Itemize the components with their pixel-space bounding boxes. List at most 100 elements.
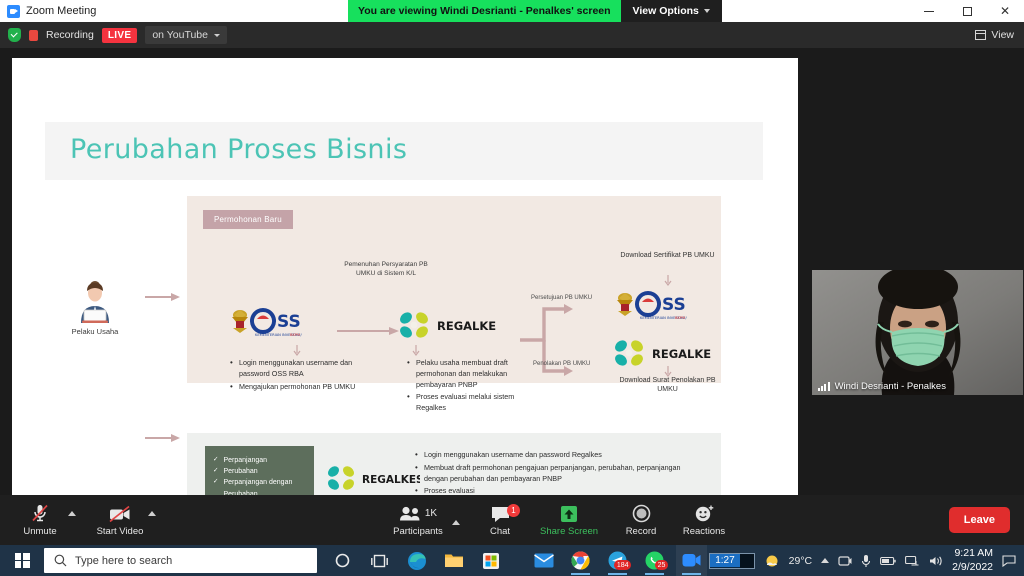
label-download-surat: Download Surat Penolakan PB UMKU: [619, 377, 716, 394]
zoom-taskbar-button[interactable]: [676, 545, 707, 576]
cortana-button[interactable]: [327, 545, 358, 576]
chrome-icon: [571, 551, 590, 570]
telegram-badge: 184: [614, 560, 631, 570]
whatsapp-badge: 25: [655, 560, 668, 570]
view-options-button[interactable]: View Options: [620, 0, 722, 22]
whatsapp-button[interactable]: 25: [639, 545, 670, 576]
window-title: Zoom Meeting: [26, 5, 97, 17]
arrow-down-icon: [664, 275, 672, 286]
participant-name-label: Windi Desrianti - Penalkes: [834, 381, 946, 392]
slide-title: Perubahan Proses Bisnis: [70, 134, 408, 165]
list-item: Proses evaluasi melalui sistem Regalkes: [407, 391, 519, 414]
label-download-sertifikat: Download Sertifikat PB UMKU: [620, 252, 715, 259]
mail-button[interactable]: [528, 545, 559, 576]
mail-icon: [533, 553, 554, 568]
start-video-button[interactable]: Start Video: [94, 503, 146, 537]
green-scope-box: ✓ Perpanjangan ✓ Perubahan ✓ Perpanjanga…: [205, 446, 314, 498]
network-icon[interactable]: [905, 555, 920, 567]
record-circle-icon: [632, 503, 651, 523]
volume-icon[interactable]: [929, 555, 943, 567]
action-center-icon[interactable]: [1002, 554, 1016, 567]
maximize-button[interactable]: [948, 0, 986, 22]
livestream-platform-dropdown[interactable]: on YouTube: [145, 26, 227, 44]
chat-button-label: Chat: [489, 526, 511, 537]
taskbar-clock[interactable]: 9:21 AM 2/9/2022: [952, 547, 993, 573]
taskbar-search-box[interactable]: Type here to search: [44, 548, 317, 573]
record-button-label: Record: [625, 526, 657, 537]
battery-icon[interactable]: [880, 556, 896, 566]
leave-button[interactable]: Leave: [948, 507, 1010, 533]
chat-unread-badge: 1: [507, 504, 520, 517]
list-item: ✓ Perubahan: [213, 466, 306, 477]
weather-sun-icon[interactable]: [764, 553, 780, 569]
edge-button[interactable]: [401, 545, 432, 576]
timer-value: 1:27: [710, 554, 740, 567]
timer-widget[interactable]: 1:27: [709, 552, 755, 569]
chat-button[interactable]: 1 Chat: [474, 503, 526, 537]
system-tray: 1:27 29°C 9:21 AM 2/9/2022: [709, 547, 1024, 573]
participant-webcam-image: [812, 270, 1023, 395]
reactions-button[interactable]: Reactions: [678, 503, 730, 537]
chrome-button[interactable]: [565, 545, 596, 576]
audio-options-chevron-icon[interactable]: [68, 510, 76, 516]
svg-text:SS: SS: [277, 312, 301, 332]
check-icon: ✓: [213, 478, 219, 486]
onedrive-icon[interactable]: [838, 555, 852, 567]
logo-regalkes-right: REGALKES: [612, 336, 719, 375]
participant-name-overlay: Windi Desrianti - Penalkes: [812, 378, 952, 395]
business-person-icon: [81, 281, 109, 323]
svg-text:REGALKES: REGALKES: [652, 347, 712, 361]
share-screen-button-label: Share Screen: [540, 526, 599, 537]
view-layout-button[interactable]: View: [975, 22, 1014, 48]
weather-temperature[interactable]: 29°C: [789, 555, 812, 567]
participants-options-chevron-icon[interactable]: [452, 520, 460, 525]
label-penolakan: Penolakan PB UMKU: [533, 361, 591, 367]
list-item: ✓ Perpanjangan: [213, 455, 306, 466]
audio-signal-icon: [818, 382, 830, 391]
svg-text:REGALKES: REGALKES: [437, 319, 497, 333]
logo-regalkes-bottom: REGALKES: [325, 462, 424, 498]
camera-off-icon: [108, 503, 132, 523]
cortana-icon: [335, 553, 350, 568]
task-view-button[interactable]: [364, 545, 395, 576]
list-item: Mengajukan permohonan PB UMKU: [230, 381, 358, 393]
meeting-stage: Perubahan Proses Bisnis Permohonan Baru …: [0, 48, 1024, 498]
microsoft-store-button[interactable]: [475, 545, 506, 576]
participants-button[interactable]: 1K Participants: [392, 503, 444, 537]
minimize-button[interactable]: [910, 0, 948, 22]
file-explorer-button[interactable]: [438, 545, 469, 576]
start-button[interactable]: [0, 553, 44, 568]
share-screen-button[interactable]: Share Screen: [540, 503, 598, 537]
task-view-icon: [371, 554, 388, 567]
video-options-chevron-icon[interactable]: [148, 510, 156, 516]
windows-taskbar: Type here to search 184 25 1:27 29°C 9:2…: [0, 545, 1024, 576]
livestream-platform-label: on YouTube: [152, 29, 208, 41]
recording-indicator-icon[interactable]: [29, 29, 38, 41]
close-button[interactable]: ✕: [986, 0, 1024, 22]
record-button[interactable]: Record: [615, 503, 667, 537]
mute-button-label: Unmute: [23, 526, 57, 537]
microphone-tray-icon[interactable]: [861, 554, 871, 568]
live-badge: LIVE: [101, 27, 138, 43]
zoom-app-icon: [7, 4, 20, 18]
participant-video-tile[interactable]: Windi Desrianti - Penalkes: [812, 270, 1023, 395]
search-icon: [54, 554, 67, 567]
svg-text:SS: SS: [662, 295, 686, 315]
regalkes-logo-icon: REGALKES: [615, 340, 719, 366]
check-icon: ✓: [213, 456, 219, 463]
encryption-shield-icon[interactable]: [8, 28, 21, 42]
start-video-button-label: Start Video: [96, 526, 144, 537]
telegram-button[interactable]: 184: [602, 545, 633, 576]
show-hidden-icons-chevron-icon[interactable]: [821, 558, 830, 563]
regalkes-logo-icon: REGALKES: [328, 466, 424, 490]
mute-button[interactable]: Unmute: [14, 503, 66, 537]
oss-logo-icon: SS KEMENTERIAN INVESTASI/ BKPM: [617, 291, 687, 320]
viewing-screen-banner: You are viewing Windi Desrianti - Penalk…: [348, 0, 621, 22]
start-icon: [14, 553, 30, 568]
clock-time: 9:21 AM: [954, 547, 993, 560]
svg-text:BKPM: BKPM: [675, 316, 685, 320]
logo-oss-right: SS KEMENTERIAN INVESTASI/ BKPM: [612, 289, 700, 328]
logo-regalkes-mid: REGALKES: [397, 308, 504, 347]
logo-oss-left: SS KEMENTERIAN INVESTASI/ BKPM: [227, 306, 315, 345]
shared-screen-slide[interactable]: Perubahan Proses Bisnis Permohonan Baru …: [12, 58, 798, 498]
